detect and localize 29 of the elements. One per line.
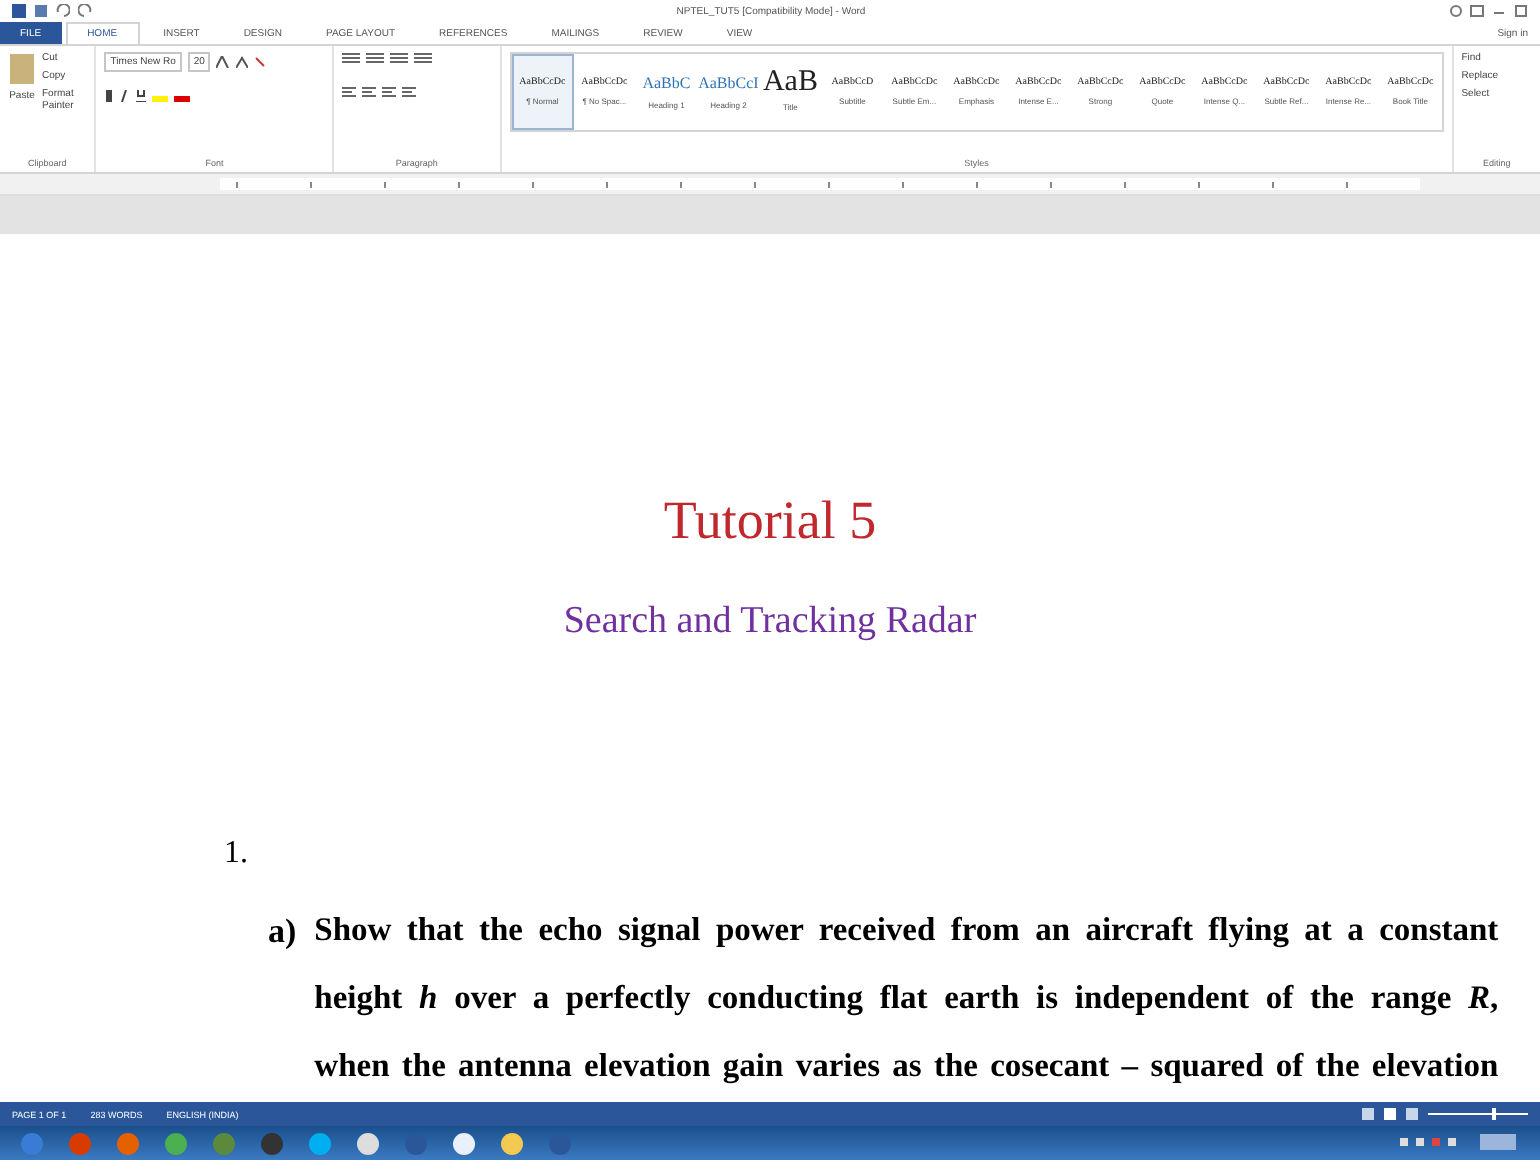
font-color-icon[interactable] bbox=[174, 90, 191, 102]
undo-icon[interactable] bbox=[56, 4, 70, 18]
align-icon[interactable] bbox=[402, 86, 417, 98]
list-icon[interactable] bbox=[390, 52, 409, 64]
question-text: Show that the echo signal power received from an aircraft flying at a constant height h over a perfectly conducting flat earth is independent of the range R, when the antenna elevation gain varies as the cosecant – squared of the elevation bbox=[314, 908, 1499, 1088]
system-tray-icon[interactable] bbox=[1400, 1132, 1520, 1152]
taskbar-app-icon[interactable] bbox=[452, 1132, 476, 1156]
taskbar-app-icon[interactable] bbox=[260, 1132, 284, 1156]
underline-icon[interactable] bbox=[136, 90, 147, 102]
list-icon[interactable] bbox=[366, 52, 385, 64]
maximize-icon[interactable] bbox=[1514, 4, 1528, 18]
redo-icon[interactable] bbox=[78, 4, 92, 18]
taskbar-app-icon[interactable] bbox=[356, 1132, 380, 1156]
taskbar-app-icon[interactable] bbox=[308, 1132, 332, 1156]
ribbon-options-icon[interactable] bbox=[1470, 4, 1484, 18]
zoom-slider-icon[interactable] bbox=[1428, 1108, 1528, 1120]
question-number: 1. bbox=[224, 836, 250, 872]
taskbar-app-icon[interactable] bbox=[164, 1132, 188, 1156]
align-icon[interactable] bbox=[342, 86, 357, 98]
document-title: Tutorial 5 bbox=[661, 490, 879, 552]
align-icon[interactable] bbox=[382, 86, 397, 98]
list-icon[interactable] bbox=[342, 52, 361, 64]
save-icon[interactable] bbox=[34, 4, 48, 18]
taskbar-app-icon[interactable] bbox=[500, 1132, 524, 1156]
item-label: a) bbox=[268, 912, 297, 954]
align-icon[interactable] bbox=[362, 86, 377, 98]
list-icon[interactable] bbox=[414, 52, 433, 64]
document-subtitle: Search and Tracking Radar bbox=[561, 600, 979, 644]
help-icon[interactable] bbox=[1450, 4, 1462, 18]
